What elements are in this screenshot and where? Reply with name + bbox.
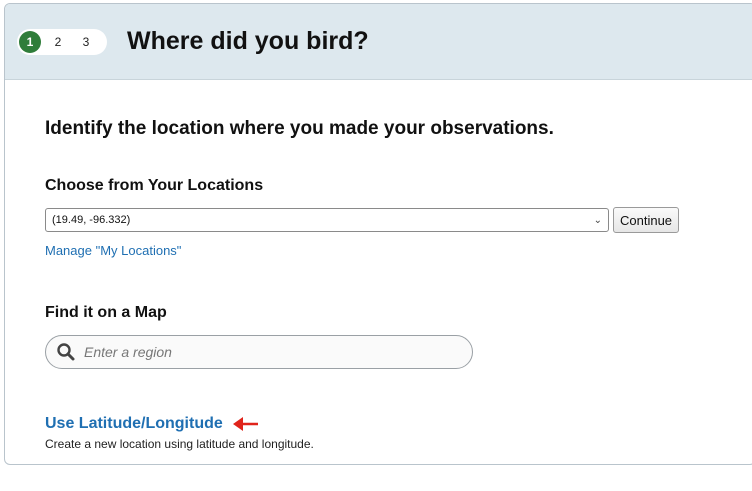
step-indicator: 1 2 3 (17, 28, 107, 55)
step-2[interactable]: 2 (47, 31, 69, 53)
use-latlong-link[interactable]: Use Latitude/Longitude (45, 415, 223, 433)
arrow-left-icon (232, 417, 258, 431)
continue-button[interactable]: Continue (613, 207, 680, 233)
instruction-text: Identify the location where you made you… (45, 118, 554, 139)
latlong-description: Create a new location using latitude and… (45, 437, 314, 451)
page-frame: 1 2 3 Where did you bird? Identify the l… (4, 3, 752, 465)
search-placeholder: Enter a region (84, 344, 172, 360)
region-search-input[interactable]: Enter a region (45, 335, 473, 369)
location-select[interactable]: (19.49, -96.332) ⌄ (45, 208, 609, 232)
map-heading: Find it on a Map (45, 304, 167, 321)
location-select-row: (19.49, -96.332) ⌄ Continue (45, 207, 752, 233)
search-icon (57, 343, 75, 361)
step-3[interactable]: 3 (75, 31, 97, 53)
latlong-row: Use Latitude/Longitude (45, 415, 752, 433)
page-header: 1 2 3 Where did you bird? (5, 4, 752, 80)
manage-locations-link[interactable]: Manage "My Locations" (45, 243, 181, 258)
main-content: Identify the location where you made you… (5, 118, 752, 451)
chevron-down-icon: ⌄ (593, 214, 602, 226)
location-select-value: (19.49, -96.332) (52, 214, 131, 226)
step-1[interactable]: 1 (19, 30, 41, 53)
locations-heading: Choose from Your Locations (45, 177, 264, 194)
page-title: Where did you bird? (127, 27, 369, 55)
